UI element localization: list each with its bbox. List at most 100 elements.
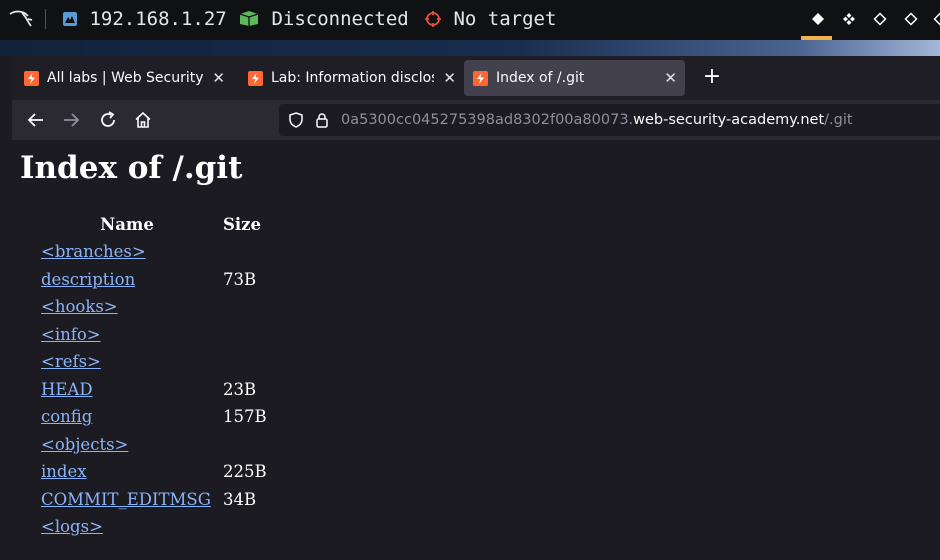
tab-close-icon[interactable]: ✕ — [664, 60, 677, 96]
page-content: Index of /.git Name Size <branches> descr… — [12, 140, 940, 560]
lock-icon[interactable] — [314, 112, 330, 128]
navigation-toolbar: 0a5300cc045275398ad8302f00a80073.web-sec… — [12, 100, 940, 140]
tab-title: Index of /.git — [496, 70, 585, 86]
entry-link[interactable]: <hooks> — [41, 297, 118, 316]
target-indicator[interactable]: No target — [424, 0, 556, 38]
workspace-1-icon[interactable] — [811, 12, 825, 26]
shield-icon[interactable] — [288, 112, 304, 128]
entry-size — [215, 348, 269, 376]
arrow-right-icon — [64, 113, 80, 127]
entry-name-cell: config — [39, 403, 215, 431]
portswigger-favicon — [473, 71, 488, 86]
table-row: HEAD 23B — [39, 376, 269, 404]
tab-bar: All labs | Web Security Academy ✕ Lab: I… — [12, 56, 940, 100]
tab-title: Lab: Information disclosure in version c… — [271, 70, 434, 86]
entry-link[interactable]: config — [41, 407, 92, 426]
table-row: description 73B — [39, 266, 269, 294]
entry-link[interactable]: COMMIT_EDITMSG — [41, 490, 211, 509]
crosshair-icon — [425, 11, 441, 27]
table-row: <refs> — [39, 348, 269, 376]
portswigger-favicon — [24, 71, 39, 86]
ip-indicator[interactable]: 192.168.1.27 — [62, 0, 227, 38]
entry-size: 23B — [223, 379, 257, 399]
portswigger-favicon — [248, 71, 263, 86]
entry-name-cell: index — [39, 458, 215, 486]
listing-header-row: Name Size — [39, 211, 269, 238]
address-bar[interactable]: 0a5300cc045275398ad8302f00a80073.web-sec… — [279, 104, 940, 136]
home-button[interactable] — [127, 104, 159, 136]
tab-close-icon[interactable]: ✕ — [212, 60, 225, 96]
kali-menu-icon[interactable] — [8, 0, 34, 38]
url-subdomain: 0a5300cc045275398ad8302f00a80073. — [341, 112, 634, 128]
network-icon — [63, 12, 77, 26]
entry-link[interactable]: <objects> — [41, 435, 128, 454]
vpn-box-icon — [239, 11, 259, 26]
browser-window: All labs | Web Security Academy ✕ Lab: I… — [12, 56, 940, 560]
table-row: config 157B — [39, 403, 269, 431]
entry-link[interactable]: <branches> — [41, 242, 146, 261]
entry-size — [215, 321, 269, 349]
entry-size — [215, 513, 269, 541]
entry-link[interactable]: <logs> — [41, 517, 103, 536]
entry-name-cell: <refs> — [39, 348, 215, 376]
entry-name-cell: <branches> — [39, 238, 215, 266]
home-icon — [135, 111, 151, 128]
arrow-left-icon — [27, 113, 43, 127]
page-title: Index of /.git — [20, 150, 243, 186]
entry-size: 225B — [223, 462, 267, 482]
desktop-wallpaper — [0, 40, 940, 56]
reload-button[interactable] — [92, 104, 124, 136]
entry-size — [215, 293, 269, 321]
entry-name-cell: HEAD — [39, 376, 215, 404]
tab-index-of-git[interactable]: Index of /.git ✕ — [464, 60, 685, 96]
entry-size: 157B — [223, 407, 267, 427]
workspace-4-icon[interactable] — [904, 12, 918, 26]
entry-size — [215, 431, 269, 459]
column-header-name: Name — [100, 215, 154, 234]
url-domain: web-security-academy.net — [633, 112, 825, 128]
table-row: <logs> — [39, 513, 269, 541]
vpn-indicator[interactable]: Disconnected — [238, 0, 409, 38]
entry-link[interactable]: index — [41, 462, 87, 481]
entry-size: 34B — [223, 489, 257, 509]
back-button[interactable] — [20, 104, 52, 136]
entry-size: 73B — [223, 269, 257, 289]
reload-icon — [101, 111, 115, 127]
entry-name-cell: COMMIT_EDITMSG — [39, 486, 215, 514]
entry-link[interactable]: HEAD — [41, 380, 93, 399]
listing-body: <branches> description 73B <hooks> <info> <re… — [39, 238, 269, 541]
tab-close-icon[interactable]: ✕ — [443, 60, 456, 96]
url-text[interactable]: 0a5300cc045275398ad8302f00a80073.web-sec… — [341, 104, 853, 136]
column-header-size: Size — [223, 215, 262, 234]
directory-listing: Name Size <branches> description 73B <hooks… — [39, 211, 269, 541]
forward-button[interactable] — [55, 104, 87, 136]
entry-name-cell: description — [39, 266, 215, 294]
tab-title: All labs | Web Security Academy — [47, 70, 203, 86]
tab-lab-info-disclosure[interactable]: Lab: Information disclosure in version c… — [239, 60, 464, 96]
panel-separator — [45, 9, 46, 29]
table-row: <objects> — [39, 431, 269, 459]
table-row: <branches> — [39, 238, 269, 266]
entry-name-cell: <objects> — [39, 431, 215, 459]
entry-link[interactable]: <info> — [41, 325, 101, 344]
entry-link[interactable]: <refs> — [41, 352, 101, 371]
table-row: COMMIT_EDITMSG 34B — [39, 486, 269, 514]
workspace-2-icon[interactable] — [842, 12, 856, 26]
tab-all-labs[interactable]: All labs | Web Security Academy ✕ — [15, 60, 233, 96]
entry-name-cell: <info> — [39, 321, 215, 349]
entry-name-cell: <hooks> — [39, 293, 215, 321]
entry-link[interactable]: description — [41, 270, 135, 289]
workspace-3-icon[interactable] — [873, 12, 887, 26]
ip-address: 192.168.1.27 — [89, 8, 227, 30]
entry-name-cell: <logs> — [39, 513, 215, 541]
new-tab-button[interactable]: + — [696, 62, 728, 94]
system-panel: 192.168.1.27 Disconnected No target — [0, 0, 940, 40]
target-status: No target — [453, 8, 557, 30]
workspace-5-icon[interactable] — [933, 12, 940, 26]
table-row: <hooks> — [39, 293, 269, 321]
table-row: index 225B — [39, 458, 269, 486]
table-row: <info> — [39, 321, 269, 349]
vpn-status: Disconnected — [271, 8, 409, 30]
url-path: /.git — [824, 112, 853, 128]
entry-size — [215, 238, 269, 266]
